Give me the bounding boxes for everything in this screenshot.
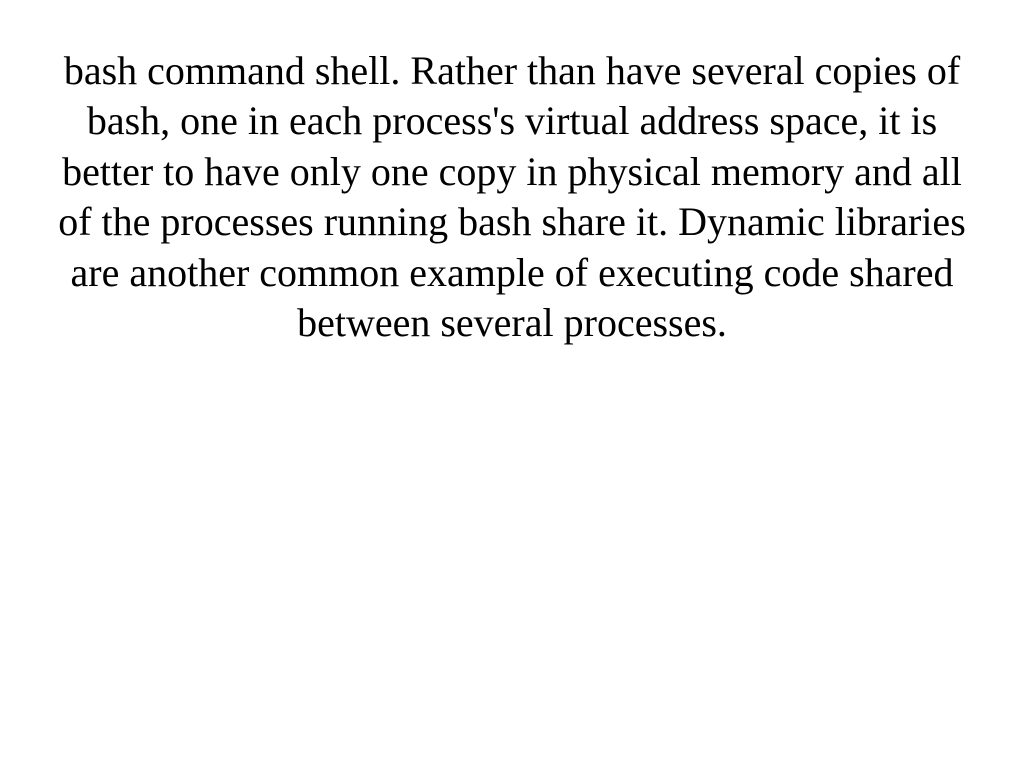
document-page: bash command shell. Rather than have sev… [0,0,1024,768]
body-paragraph: bash command shell. Rather than have sev… [42,46,982,348]
